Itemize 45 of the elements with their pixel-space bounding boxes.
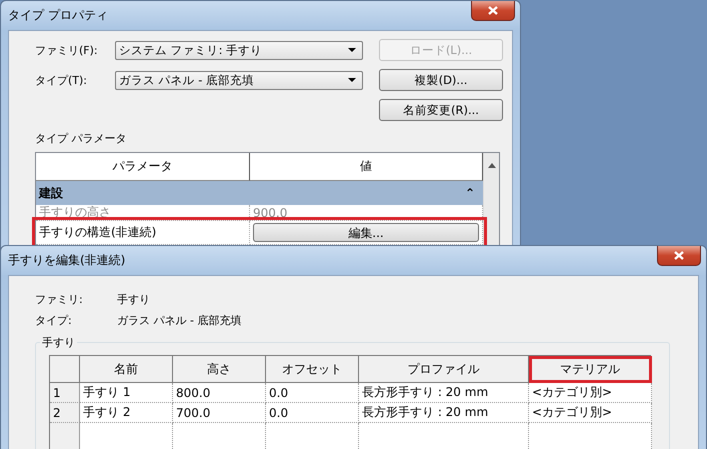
table-cell: 長方形手すり : 20 mm xyxy=(359,403,529,423)
column-header: マテリアル xyxy=(529,356,652,383)
table-cell: <カテゴリ別> xyxy=(529,383,652,403)
collapse-toggle[interactable]: ⌃ xyxy=(464,186,475,200)
info-value: 手すり xyxy=(117,292,151,307)
group-row[interactable]: 建設 ⌃ xyxy=(36,181,483,205)
scrollbar[interactable] xyxy=(483,153,499,245)
table-cell: <カテゴリ別> xyxy=(529,403,652,423)
column-header: 名前 xyxy=(80,356,173,383)
close-icon xyxy=(674,251,684,260)
table-cell: 手すり 1 xyxy=(80,383,173,403)
column-header: プロファイル xyxy=(359,356,529,383)
group-label: 手すり xyxy=(40,335,77,350)
column-header: オフセット xyxy=(266,356,359,383)
field-label: タイプ(T): xyxy=(35,72,88,88)
table-cell: 0.0 xyxy=(266,403,359,423)
window-title: タイプ プロパティ xyxy=(8,7,108,24)
scroll-up-icon[interactable] xyxy=(488,163,496,168)
info-label: タイプ: xyxy=(35,313,73,328)
row-number: 1 xyxy=(50,383,80,403)
edit-button[interactable]: 編集... xyxy=(253,223,479,242)
column-header: 高さ xyxy=(173,356,266,383)
table-cell: 長方形手すり : 20 mm xyxy=(359,383,529,403)
row-number: 2 xyxy=(50,403,80,423)
dropdown[interactable]: システム ファミリ: 手すり xyxy=(115,40,363,60)
dropdown-arrow-icon xyxy=(348,48,356,52)
dropdown-arrow-icon xyxy=(348,78,356,82)
duplicate-button[interactable]: 複製(D)... xyxy=(379,69,503,91)
dropdown[interactable]: ガラス パネル - 底部充填 xyxy=(115,70,363,90)
column-header: パラメータ xyxy=(36,153,250,181)
table-cell: 700.0 xyxy=(173,403,266,423)
section-label: タイプ パラメータ xyxy=(35,131,128,146)
table-cell: 800.0 xyxy=(173,383,266,403)
window-title: 手すりを編集(非連続) xyxy=(8,252,126,269)
close-icon xyxy=(488,6,498,15)
info-label: ファミリ: xyxy=(35,292,84,307)
column-header: 値 xyxy=(250,153,483,181)
rename-button[interactable]: 名前変更(R)... xyxy=(379,99,503,121)
close-button[interactable] xyxy=(471,1,515,21)
close-button[interactable] xyxy=(657,246,701,266)
group-label: 建設 xyxy=(39,184,63,202)
table-cell: 手すり 2 xyxy=(80,403,173,423)
field-label: ファミリ(F): xyxy=(35,42,99,58)
info-value: ガラス パネル - 底部充填 xyxy=(117,313,242,328)
table-cell: 0.0 xyxy=(266,383,359,403)
